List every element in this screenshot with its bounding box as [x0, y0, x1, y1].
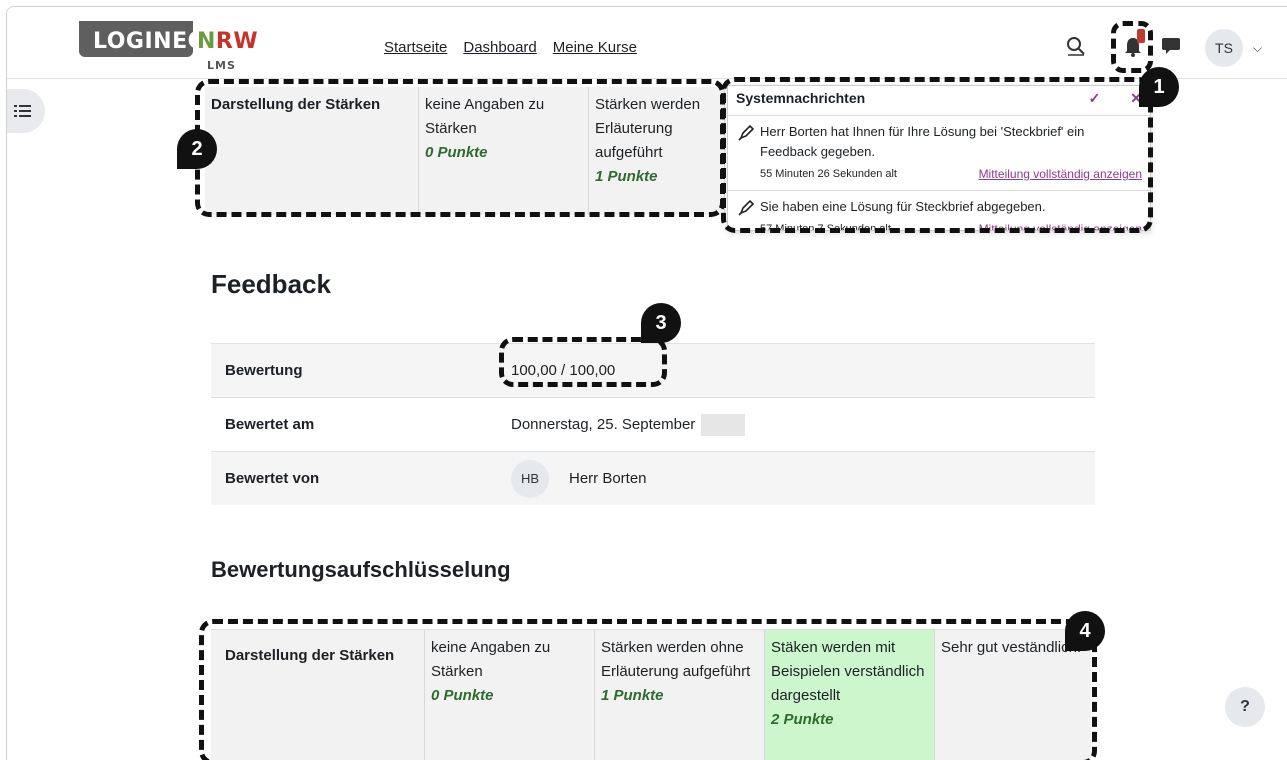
logo-text-lms: LMS — [207, 59, 236, 72]
annotation-marker-4: 4 — [1065, 611, 1105, 651]
annotation-box-1-popover — [721, 77, 1153, 233]
feedback-heading: Feedback — [211, 269, 331, 299]
annotation-marker-3: 3 — [641, 303, 681, 343]
annotation-box-4 — [199, 619, 1097, 760]
help-button[interactable]: ? — [1225, 687, 1265, 727]
course-index-toggle-button[interactable] — [7, 89, 45, 133]
search-icon[interactable] — [1065, 35, 1087, 57]
annotation-box-2 — [195, 79, 725, 217]
nav-link-home[interactable]: Startseite — [384, 39, 447, 56]
nav-link-my-courses[interactable]: Meine Kurse — [553, 39, 637, 56]
redacted-year — [701, 413, 746, 436]
logo-text-nrw: NRW — [197, 29, 259, 54]
top-navbar: LOGINEO NRW LMS Startseite Dashboard Mei… — [7, 7, 1287, 79]
logo-text-logineo: LOGINEO — [93, 29, 207, 54]
breakdown-heading: Bewertungsaufschlüsselung — [211, 557, 511, 582]
graded-on-label: Bewertet am — [225, 416, 315, 433]
graded-on-value: Donnerstag, 25. September — [511, 413, 1095, 436]
list-icon — [14, 105, 31, 117]
nav-link-dashboard[interactable]: Dashboard — [463, 39, 536, 56]
user-menu-chevron-down-icon[interactable]: ⌵ — [1253, 41, 1262, 56]
table-row: Bewertet am Donnerstag, 25. September — [211, 397, 1095, 451]
annotation-box-3 — [499, 337, 667, 387]
graded-by-label: Bewertet von — [225, 470, 320, 487]
table-row: Bewertet von HB Herr Borten — [211, 451, 1095, 505]
primary-navigation: Startseite Dashboard Meine Kurse — [384, 39, 637, 56]
page-frame: LOGINEO NRW LMS Startseite Dashboard Mei… — [6, 6, 1287, 760]
annotation-box-1-bell — [1111, 21, 1153, 73]
messages-icon[interactable] — [1161, 37, 1181, 55]
annotation-marker-1: 1 — [1139, 67, 1179, 107]
grader-name[interactable]: Herr Borten — [569, 470, 647, 487]
graded-by-value: HB Herr Borten — [511, 459, 1095, 498]
user-avatar[interactable]: TS — [1205, 29, 1243, 67]
annotation-marker-2: 2 — [177, 129, 217, 169]
grader-avatar[interactable]: HB — [511, 459, 549, 498]
grade-label: Bewertung — [225, 362, 303, 379]
